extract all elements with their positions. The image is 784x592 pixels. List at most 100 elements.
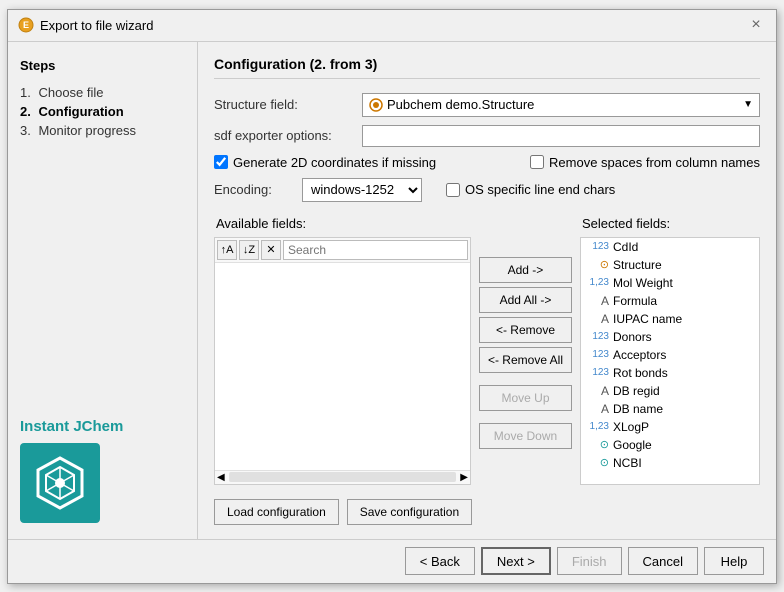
fields-section: ↑A ↓Z ✕ ◀ ▶ Add -> (214, 237, 760, 485)
field-name: Google (613, 438, 652, 452)
selected-field-item[interactable]: 123Donors (581, 328, 759, 346)
selected-field-item[interactable]: ADB regid (581, 382, 759, 400)
selected-field-item[interactable]: 123CdId (581, 238, 759, 256)
selected-field-item[interactable]: AFormula (581, 292, 759, 310)
step-3-num: 3. (20, 123, 31, 138)
titlebar: E Export to file wizard × (8, 10, 776, 42)
add-button[interactable]: Add -> (479, 257, 572, 283)
move-up-button[interactable]: Move Up (479, 385, 572, 411)
step-2: 2. Configuration (20, 102, 185, 121)
checkbox-row-1: Generate 2D coordinates if missing Remov… (214, 155, 760, 170)
remove-all-button[interactable]: <- Remove All (479, 347, 572, 373)
os-specific-checkbox[interactable] (446, 183, 460, 197)
search-input[interactable] (283, 240, 468, 260)
field-toolbar: ↑A ↓Z ✕ (215, 238, 470, 263)
selected-field-item[interactable]: 123Acceptors (581, 346, 759, 364)
horizontal-scrollbar[interactable]: ◀ ▶ (215, 470, 470, 484)
sort-za-button[interactable]: ↓Z (239, 240, 259, 260)
structure-field-value: Pubchem demo.Structure (387, 97, 534, 112)
clear-sort-button[interactable]: ✕ (261, 240, 281, 260)
steps-list: 1. Choose file 2. Configuration 3. Monit… (20, 83, 185, 140)
dropdown-chevron: ▼ (743, 99, 753, 110)
svg-text:E: E (23, 20, 29, 30)
finish-label: Finish (572, 554, 607, 569)
panel-title: Configuration (2. from 3) (214, 56, 760, 79)
os-specific-checkbox-label[interactable]: OS specific line end chars (446, 182, 615, 197)
step-3: 3. Monitor progress (20, 121, 185, 140)
structure-field-row: Structure field: Pubchem demo.Structure … (214, 93, 760, 117)
generate-2d-checkbox-label[interactable]: Generate 2D coordinates if missing (214, 155, 436, 170)
selected-fields-label: Selected fields: (580, 216, 760, 231)
save-config-button[interactable]: Save configuration (347, 499, 472, 525)
field-name: Structure (613, 258, 662, 272)
help-button[interactable]: Help (704, 547, 764, 575)
transfer-buttons: Add -> Add All -> <- Remove <- Remove Al… (479, 237, 572, 485)
selected-field-item[interactable]: 1,23Mol Weight (581, 274, 759, 292)
field-name: DB regid (613, 384, 660, 398)
step-2-num: 2. (20, 104, 31, 119)
sort-az-button[interactable]: ↑A (217, 240, 237, 260)
export-wizard-dialog: E Export to file wizard × Steps 1. Choos… (7, 9, 777, 584)
bottom-bar: < Back Next > Finish Cancel Help (8, 539, 776, 583)
step-1-label: Choose file (38, 85, 103, 100)
app-icon: E (18, 17, 34, 33)
back-label: < Back (420, 554, 460, 569)
structure-field-select[interactable]: Pubchem demo.Structure ▼ (362, 93, 760, 117)
logo-hexagon (20, 443, 100, 523)
back-button[interactable]: < Back (405, 547, 475, 575)
remove-spaces-checkbox-label[interactable]: Remove spaces from column names (530, 155, 760, 170)
selected-field-list[interactable]: 123CdId⊙Structure1,23Mol WeightAFormulaA… (580, 237, 760, 485)
next-label: Next > (497, 554, 535, 569)
selected-field-item[interactable]: 1,23XLogP (581, 418, 759, 436)
field-name: Rot bonds (613, 366, 668, 380)
dialog-content: Steps 1. Choose file 2. Configuration 3.… (8, 42, 776, 539)
available-field-list[interactable] (215, 263, 470, 470)
encoding-select[interactable]: windows-1252 UTF-8 ISO-8859-1 (302, 178, 422, 202)
field-name: IUPAC name (613, 312, 682, 326)
remove-spaces-checkbox[interactable] (530, 155, 544, 169)
add-all-button[interactable]: Add All -> (479, 287, 572, 313)
field-name: CdId (613, 240, 638, 254)
close-button[interactable]: × (746, 15, 766, 35)
sidebar-logo: Instant JChem (20, 418, 185, 523)
structure-icon (369, 98, 383, 112)
field-name: DB name (613, 402, 663, 416)
step-3-label: Monitor progress (38, 123, 136, 138)
hex-svg (30, 453, 90, 513)
field-name: Donors (613, 330, 652, 344)
remove-spaces-label: Remove spaces from column names (549, 155, 760, 170)
available-fields-label: Available fields: (214, 216, 470, 231)
fields-labels: Available fields: Selected fields: (214, 216, 760, 231)
available-field-list-inner (215, 263, 470, 413)
cancel-label: Cancel (643, 554, 683, 569)
selected-field-item[interactable]: ⊙NCBI (581, 454, 759, 472)
selected-field-item[interactable]: ADB name (581, 400, 759, 418)
next-button[interactable]: Next > (481, 547, 551, 575)
cancel-button[interactable]: Cancel (628, 547, 698, 575)
selected-field-item[interactable]: 123Rot bonds (581, 364, 759, 382)
help-label: Help (721, 554, 748, 569)
sdf-exporter-input[interactable] (362, 125, 760, 147)
encoding-label: Encoding: (214, 182, 294, 197)
load-config-button[interactable]: Load configuration (214, 499, 339, 525)
selected-panel: 123CdId⊙Structure1,23Mol WeightAFormulaA… (580, 237, 760, 485)
sdf-exporter-label: sdf exporter options: (214, 128, 354, 143)
sdf-exporter-row: sdf exporter options: (214, 125, 760, 147)
dialog-title: Export to file wizard (40, 18, 153, 33)
selected-field-item[interactable]: ⊙Google (581, 436, 759, 454)
field-name: NCBI (613, 456, 642, 470)
remove-button[interactable]: <- Remove (479, 317, 572, 343)
logo-text: Instant JChem (20, 418, 123, 435)
field-name: Mol Weight (613, 276, 673, 290)
selected-field-item[interactable]: AIUPAC name (581, 310, 759, 328)
field-name: Formula (613, 294, 657, 308)
finish-button[interactable]: Finish (557, 547, 622, 575)
sidebar: Steps 1. Choose file 2. Configuration 3.… (8, 42, 198, 539)
field-name: Acceptors (613, 348, 666, 362)
generate-2d-checkbox[interactable] (214, 155, 228, 169)
selected-field-item[interactable]: ⊙Structure (581, 256, 759, 274)
config-buttons: Load configuration Save configuration (214, 493, 760, 525)
main-panel: Configuration (2. from 3) Structure fiel… (198, 42, 776, 539)
available-panel: ↑A ↓Z ✕ ◀ ▶ (214, 237, 471, 485)
move-down-button[interactable]: Move Down (479, 423, 572, 449)
